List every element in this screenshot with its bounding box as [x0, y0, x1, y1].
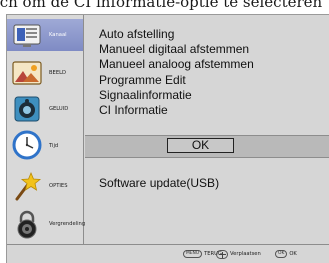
- star-wand-icon: [15, 171, 42, 201]
- sidebar-item-label: Kanaal: [49, 32, 67, 38]
- channel-screen-icon: [13, 24, 41, 47]
- hint-ok-label: OK: [289, 251, 297, 257]
- hint-move: Verplaatsen: [216, 249, 261, 259]
- sidebar-item-label: BEELD: [49, 70, 66, 76]
- caption-text: tsch om de CI informatie-optie te select…: [0, 0, 323, 11]
- sidebar: Kanaal BEELD GELUID Tijd OPTIES Vergrend…: [7, 15, 86, 244]
- dpad-icon: [216, 249, 228, 259]
- picture-icon: [12, 61, 42, 85]
- menu-item-ci-informatie[interactable]: CI Informatie: [99, 103, 254, 118]
- padlock-icon: [17, 210, 37, 239]
- menu-item-programme-edit[interactable]: Programme Edit: [99, 73, 254, 88]
- clock-icon: [12, 130, 42, 160]
- sidebar-item-vergrendeling[interactable]: Vergrendeling: [7, 206, 86, 242]
- menu-item-manueel-digitaal[interactable]: Manueel digitaal afstemmen: [99, 42, 254, 57]
- caption-strip: tsch om de CI informatie-optie te select…: [0, 0, 329, 14]
- ok-key-icon: OK: [275, 250, 288, 258]
- sidebar-item-label: GELUID: [49, 106, 69, 112]
- sidebar-item-kanaal[interactable]: Kanaal: [7, 19, 83, 51]
- sidebar-item-label: Vergrendeling: [49, 221, 86, 227]
- footer-hints: MENU TERUG Verplaatsen OK OK: [7, 244, 329, 263]
- sidebar-item-label: OPTIES: [49, 183, 68, 189]
- sidebar-item-beeld[interactable]: BEELD: [7, 57, 83, 89]
- menu-list: Auto afstelling Manueel digitaal afstemm…: [99, 27, 254, 118]
- divider: [85, 157, 329, 158]
- menu-key-icon: MENU: [183, 250, 203, 258]
- selected-row[interactable]: OK: [85, 136, 329, 157]
- ok-button[interactable]: OK: [167, 138, 234, 153]
- hint-ok: OK OK: [275, 249, 297, 259]
- hint-move-label: Verplaatsen: [230, 251, 261, 257]
- sidebar-item-label: Tijd: [49, 143, 59, 149]
- sidebar-item-tijd[interactable]: Tijd: [7, 127, 83, 165]
- tv-osd-menu: Kanaal BEELD GELUID Tijd OPTIES Vergrend…: [6, 14, 329, 263]
- menu-panel: Auto afstelling Manueel digitaal afstemm…: [85, 15, 329, 244]
- menu-item-manueel-analoog[interactable]: Manueel analoog afstemmen: [99, 57, 254, 72]
- sidebar-item-geluid[interactable]: GELUID: [7, 93, 83, 125]
- menu-item-signaalinformatie[interactable]: Signaalinformatie: [99, 88, 254, 103]
- menu-item-auto-afstelling[interactable]: Auto afstelling: [99, 27, 254, 42]
- speaker-icon: [14, 96, 40, 122]
- sidebar-item-opties[interactable]: OPTIES: [7, 168, 83, 204]
- menu-item-software-update[interactable]: Software update(USB): [99, 176, 219, 190]
